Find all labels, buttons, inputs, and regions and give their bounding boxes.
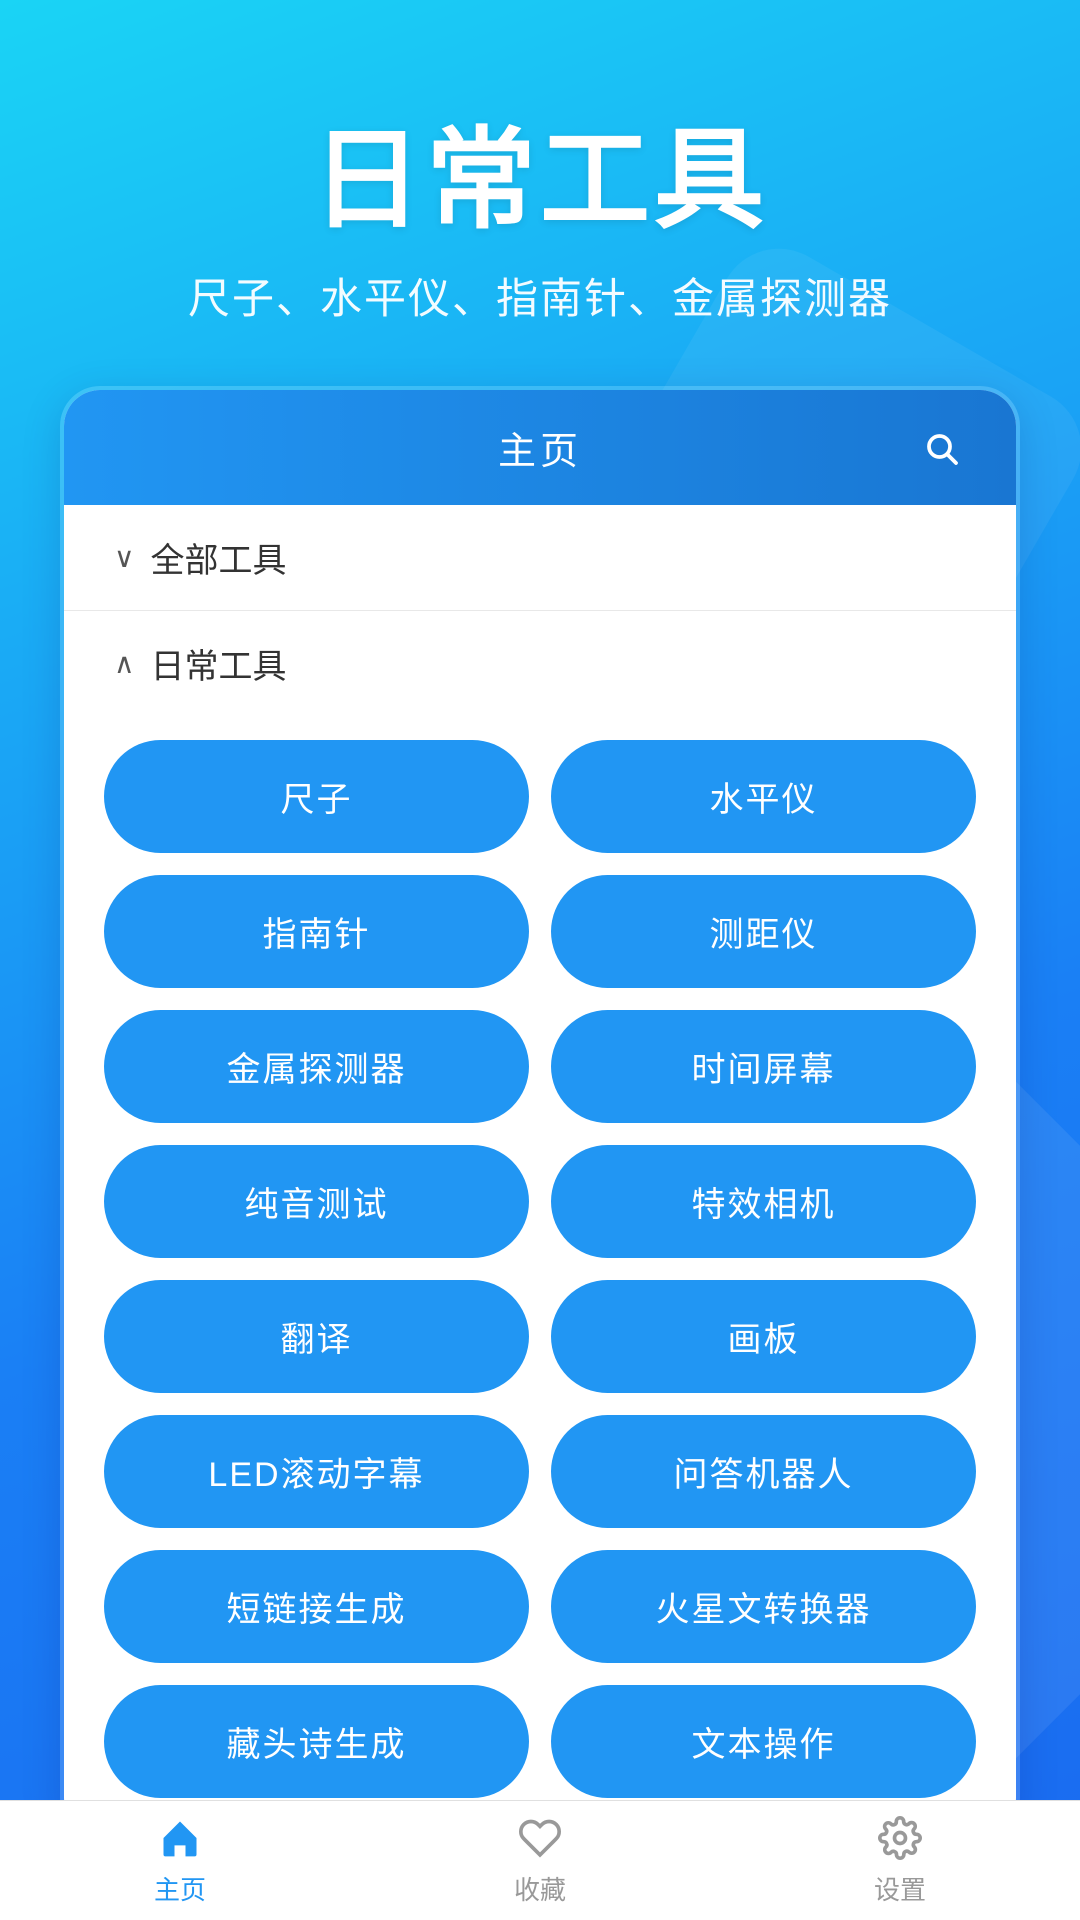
tab-favorites[interactable]: 收藏 [360,1801,720,1920]
category-all-tools[interactable]: ∨ 全部工具 [64,505,1016,611]
chevron-up-icon: ∧ [114,647,135,680]
tool-button-7[interactable]: 特效相机 [551,1145,976,1258]
tool-button-14[interactable]: 藏头诗生成 [104,1685,529,1798]
main-title: 日常工具 [0,120,1080,241]
tool-button-6[interactable]: 纯音测试 [104,1145,529,1258]
tab-home[interactable]: 主页 [0,1801,360,1920]
settings-icon [876,1814,924,1862]
tool-button-11[interactable]: 问答机器人 [551,1415,976,1528]
tool-button-5[interactable]: 时间屏幕 [551,1010,976,1123]
tool-button-12[interactable]: 短链接生成 [104,1550,529,1663]
tool-button-4[interactable]: 金属探测器 [104,1010,529,1123]
tool-button-0[interactable]: 尺子 [104,740,529,853]
tool-button-9[interactable]: 画板 [551,1280,976,1393]
heart-icon [516,1814,564,1862]
sub-title: 尺子、水平仪、指南针、金属探测器 [0,265,1080,326]
tool-button-2[interactable]: 指南针 [104,875,529,988]
category-daily-tools[interactable]: ∧ 日常工具 [64,611,1016,716]
card-header: 主页 [64,390,1016,505]
header-section: 日常工具 尺子、水平仪、指南针、金属探测器 [0,0,1080,386]
tool-button-10[interactable]: LED滚动字幕 [104,1415,529,1528]
tools-grid: 尺子水平仪指南针测距仪金属探测器时间屏幕纯音测试特效相机翻译画板LED滚动字幕问… [64,716,1016,1834]
main-card: 主页 ∨ 全部工具 ∧ 日常工具 尺子水平仪指南针测距仪金属探测器时间屏幕纯音测… [60,386,1020,1838]
tool-button-15[interactable]: 文本操作 [551,1685,976,1798]
search-button[interactable] [916,423,966,473]
tool-button-13[interactable]: 火星文转换器 [551,1550,976,1663]
card-inner: 主页 ∨ 全部工具 ∧ 日常工具 尺子水平仪指南针测距仪金属探测器时间屏幕纯音测… [64,390,1016,1834]
tab-settings[interactable]: 设置 [720,1801,1080,1920]
tool-button-1[interactable]: 水平仪 [551,740,976,853]
search-icon [923,430,959,466]
home-icon [156,1814,204,1862]
tab-home-label: 主页 [154,1870,206,1907]
chevron-down-icon: ∨ [114,541,135,574]
tab-settings-label: 设置 [874,1870,926,1907]
tab-bar: 主页 收藏 设置 [0,1800,1080,1920]
tool-button-8[interactable]: 翻译 [104,1280,529,1393]
category-all-tools-label: 全部工具 [151,533,287,582]
category-daily-tools-label: 日常工具 [151,639,287,688]
tab-favorites-label: 收藏 [514,1870,566,1907]
tool-button-3[interactable]: 测距仪 [551,875,976,988]
card-header-title: 主页 [498,420,582,475]
